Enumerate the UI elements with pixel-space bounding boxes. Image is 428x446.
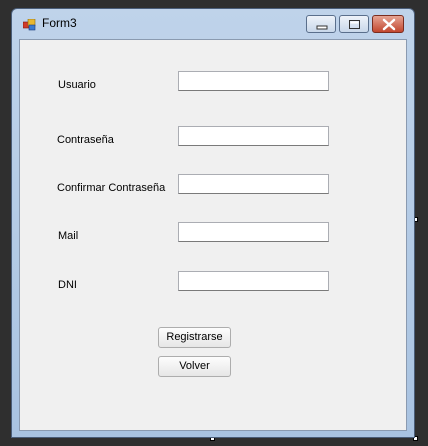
minimize-button[interactable]	[306, 15, 336, 33]
minimize-icon	[316, 25, 328, 30]
title-bar[interactable]: Form3	[12, 9, 414, 39]
volver-button[interactable]: Volver	[158, 356, 231, 377]
window-title: Form3	[42, 16, 77, 30]
label-usuario: Usuario	[58, 79, 96, 91]
contrasena-input[interactable]	[178, 126, 329, 146]
form-client-area: Usuario Contraseña Confirmar Contraseña …	[19, 39, 407, 431]
dni-input[interactable]	[178, 271, 329, 291]
label-mail: Mail	[58, 230, 79, 242]
registrarse-button[interactable]: Registrarse	[158, 327, 231, 348]
confirmar-contrasena-input[interactable]	[178, 174, 329, 194]
maximize-button[interactable]	[339, 15, 369, 33]
form-icon	[22, 18, 37, 31]
form-window: Form3 Usuario Contraseña Confirmar Contr…	[11, 8, 415, 438]
label-dni: DNI	[58, 279, 77, 291]
mail-input[interactable]	[178, 222, 329, 242]
close-icon	[382, 18, 396, 31]
label-contrasena: Contraseña	[57, 134, 114, 146]
maximize-icon	[349, 20, 360, 29]
label-confirmar-contrasena: Confirmar Contraseña	[57, 182, 166, 194]
close-button[interactable]	[372, 15, 404, 33]
usuario-input[interactable]	[178, 71, 329, 91]
